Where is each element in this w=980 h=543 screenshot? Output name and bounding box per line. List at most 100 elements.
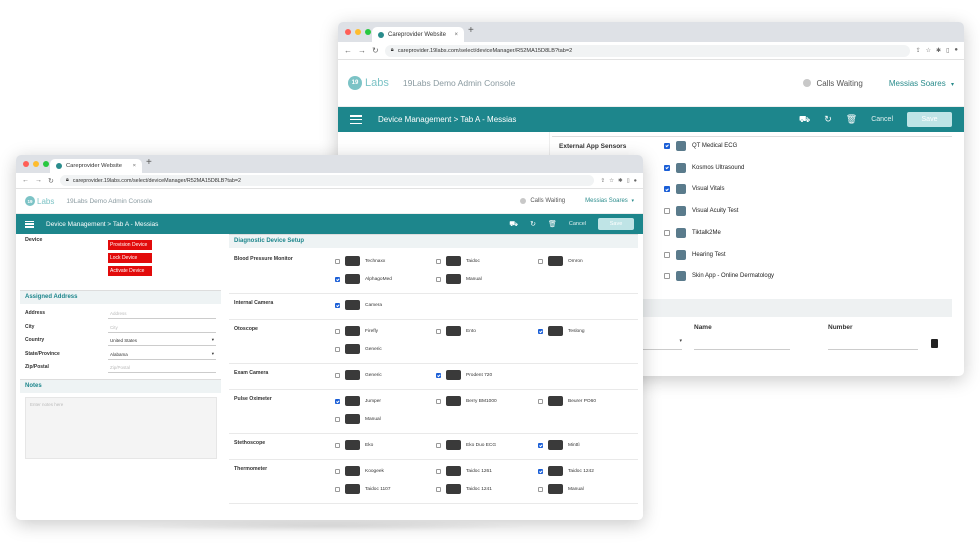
device-checkbox[interactable] — [436, 398, 441, 404]
external-sensor-item[interactable]: Skin App - Online Dermatology — [664, 269, 924, 283]
device-checkbox[interactable] — [538, 398, 543, 404]
external-sensor-item[interactable]: Kosmos Ultrasound — [664, 161, 924, 175]
device-option[interactable]: AlphagoMed — [335, 272, 392, 286]
device-checkbox[interactable] — [335, 258, 340, 264]
contact-name-input[interactable] — [694, 338, 790, 350]
address-field-input[interactable]: Zip/Postal — [108, 363, 216, 373]
device-option[interactable]: Taidoc 1241 — [436, 482, 492, 496]
browser-extension-icons[interactable]: ⇪ ☆ ✱ ▯ ● — [916, 47, 958, 54]
device-option[interactable]: Berry BM1000 — [436, 394, 497, 408]
external-sensor-item[interactable]: Visual Acuity Test — [664, 204, 924, 218]
device-checkbox[interactable] — [335, 346, 340, 352]
save-button[interactable]: Save — [907, 112, 952, 127]
sensor-checkbox[interactable] — [664, 251, 670, 258]
star-icon[interactable]: ☆ — [926, 47, 931, 54]
device-action-button[interactable]: Provision Device — [108, 240, 152, 250]
tab-close-icon[interactable]: × — [454, 32, 458, 38]
close-window-dot[interactable] — [345, 29, 351, 35]
device-checkbox[interactable] — [335, 328, 340, 334]
zoom-window-dot[interactable] — [365, 29, 371, 35]
device-option[interactable]: Koogeek — [335, 464, 384, 478]
trash-icon[interactable]: 🗑︎ — [548, 220, 557, 228]
device-option[interactable]: Taidoc 1261 — [436, 464, 492, 478]
device-option[interactable]: Camera — [335, 298, 382, 312]
sidebar-icon[interactable]: ▯ — [946, 47, 949, 54]
contact-type-select[interactable]: ▾ — [638, 338, 682, 350]
sensor-checkbox[interactable] — [664, 273, 670, 280]
address-field-input[interactable]: City — [108, 323, 216, 333]
device-option[interactable]: Minttì — [538, 438, 580, 452]
sensor-checkbox[interactable] — [664, 208, 670, 215]
share-icon[interactable]: ⇪ — [916, 47, 921, 54]
device-action-button[interactable]: Activate Device — [108, 266, 152, 276]
device-option[interactable]: Taidoc 1242 — [538, 464, 594, 478]
device-checkbox[interactable] — [538, 258, 543, 264]
tab-close-icon[interactable]: × — [133, 163, 136, 169]
zoom-window-dot[interactable] — [43, 161, 49, 167]
hamburger-menu-icon[interactable] — [350, 115, 362, 124]
sensor-checkbox[interactable] — [664, 229, 670, 236]
refresh-icon[interactable]: ↻ — [530, 220, 536, 228]
device-checkbox[interactable] — [436, 372, 441, 378]
device-option[interactable]: Jumper — [335, 394, 381, 408]
device-checkbox[interactable] — [335, 486, 340, 492]
minimize-window-dot[interactable] — [33, 161, 39, 167]
device-checkbox[interactable] — [436, 486, 441, 492]
back-arrow-icon[interactable]: ← — [344, 46, 352, 55]
address-field-input[interactable]: Alabama ▾ — [108, 350, 216, 360]
cancel-button[interactable]: Cancel — [871, 116, 893, 123]
device-checkbox[interactable] — [538, 328, 543, 334]
profile-icon[interactable]: ● — [954, 47, 958, 54]
refresh-icon[interactable]: ↻ — [824, 114, 832, 125]
device-option[interactable]: Technaxx — [335, 254, 385, 268]
forward-arrow-icon[interactable]: → — [35, 177, 42, 184]
device-checkbox[interactable] — [538, 486, 543, 492]
external-sensor-item[interactable]: Hearing Test — [664, 248, 924, 262]
contact-number-input[interactable] — [828, 338, 918, 350]
user-menu[interactable]: Messias Soares ▾ — [889, 79, 954, 88]
device-checkbox[interactable] — [436, 328, 441, 334]
reload-icon[interactable]: ↻ — [48, 177, 54, 185]
device-checkbox[interactable] — [335, 468, 340, 474]
share-icon[interactable]: ⇪ — [600, 178, 605, 184]
device-option[interactable]: Teslong — [538, 324, 585, 338]
extension-icon[interactable]: ✱ — [936, 47, 941, 54]
sidebar-icon[interactable]: ▯ — [627, 178, 630, 184]
device-option[interactable]: Manual — [538, 482, 584, 496]
forward-arrow-icon[interactable]: → — [358, 46, 366, 55]
device-icon[interactable]: ⛟ — [799, 114, 810, 126]
device-checkbox[interactable] — [436, 258, 441, 264]
device-option[interactable]: Prodent 720 — [436, 368, 492, 382]
browser-tab[interactable]: Careprovider Website × — [50, 159, 142, 173]
browser-tab[interactable]: Careprovider Website × — [372, 27, 464, 42]
device-checkbox[interactable] — [335, 398, 340, 404]
hamburger-menu-icon[interactable] — [25, 220, 34, 228]
user-menu[interactable]: Messias Soares ▾ — [585, 198, 634, 204]
device-option[interactable]: Beurer PO60 — [538, 394, 596, 408]
device-option[interactable]: Omron — [538, 254, 583, 268]
cancel-button[interactable]: Cancel — [569, 221, 586, 227]
device-option[interactable]: Firefly — [335, 324, 378, 338]
device-checkbox[interactable] — [335, 416, 340, 422]
device-option[interactable]: Manual — [335, 412, 381, 426]
device-option[interactable]: Eko Duo ECG — [436, 438, 496, 452]
sensor-checkbox[interactable] — [664, 143, 670, 149]
profile-icon[interactable]: ● — [634, 178, 637, 184]
device-checkbox[interactable] — [436, 442, 441, 448]
external-sensor-item[interactable]: QT Medical ECG — [664, 139, 924, 153]
device-option[interactable]: Generic — [335, 342, 382, 356]
device-checkbox[interactable] — [538, 468, 543, 474]
device-checkbox[interactable] — [538, 442, 543, 448]
device-checkbox[interactable] — [335, 442, 340, 448]
delete-contact-icon[interactable] — [931, 339, 938, 348]
notes-textarea[interactable]: Enter notes here — [25, 397, 217, 459]
back-arrow-icon[interactable]: ← — [22, 177, 29, 184]
window-controls[interactable] — [23, 161, 49, 167]
device-option[interactable]: Generic — [335, 368, 382, 382]
address-field-input[interactable]: Address — [108, 309, 216, 319]
trash-icon[interactable]: 🗑︎ — [846, 114, 857, 125]
device-option[interactable]: Taidoc 1107 — [335, 482, 391, 496]
extension-icon[interactable]: ✱ — [618, 178, 623, 184]
device-action-button[interactable]: Lock Device — [108, 253, 152, 263]
external-sensor-item[interactable]: Tiktalk2Me — [664, 226, 924, 240]
